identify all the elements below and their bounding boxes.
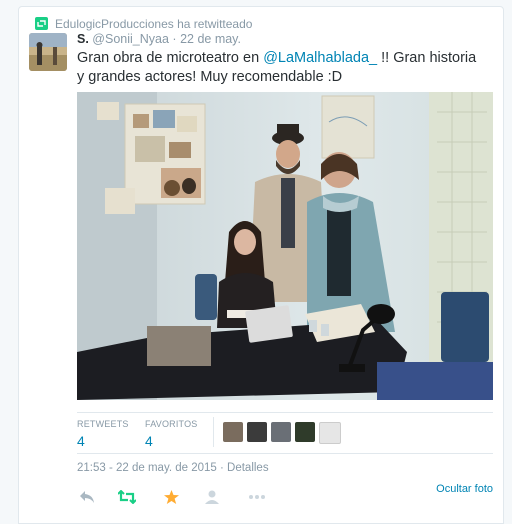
retweets-label: RETWEETS: [77, 419, 129, 429]
favorites-count: 4: [145, 433, 153, 449]
tweet-text: Gran obra de microteatro en @LaMalhablad…: [77, 49, 487, 87]
favoriter-avatars: [223, 422, 341, 444]
mini-avatar[interactable]: [295, 422, 315, 442]
avatar[interactable]: [29, 33, 67, 71]
retweets-count: 4: [77, 433, 85, 449]
tweet-timestamp[interactable]: 21:53 - 22 de may. de 2015 · Detalles: [77, 462, 269, 474]
retweet-badge-icon: [35, 17, 48, 33]
mention-link[interactable]: @LaMalhablada_: [263, 50, 377, 66]
mini-avatar[interactable]: [271, 422, 291, 442]
mini-avatar[interactable]: [223, 422, 243, 442]
retweet-context[interactable]: EdulogicProducciones ha retwitteado: [35, 17, 253, 31]
tweet-card: EdulogicProducciones ha retwitteado S. @…: [18, 6, 504, 524]
retweets-stat[interactable]: RETWEETS 4: [77, 419, 129, 449]
tweet-header: S. @Sonii_Nyaa · 22 de may.: [77, 32, 241, 46]
author-name[interactable]: S.: [77, 32, 89, 46]
reply-icon[interactable]: [77, 487, 97, 507]
mini-avatar[interactable]: [319, 422, 341, 444]
retweet-context-label: EdulogicProducciones ha retwitteado: [55, 17, 253, 31]
tweet-date[interactable]: 22 de may.: [180, 32, 241, 46]
tweet-photo[interactable]: [77, 92, 493, 400]
stats-divider: [213, 417, 214, 447]
favorites-label: FAVORITOS: [145, 419, 198, 429]
favorites-stat[interactable]: FAVORITOS 4: [145, 419, 197, 449]
tweet-actions: [77, 487, 493, 509]
star-icon[interactable]: [161, 487, 181, 507]
more-icon[interactable]: [247, 487, 267, 507]
tweet-stats: RETWEETS 4 FAVORITOS 4: [77, 412, 493, 454]
tweet-text-before: Gran obra de microteatro en: [77, 50, 264, 66]
follow-icon[interactable]: [203, 487, 223, 507]
mini-avatar[interactable]: [247, 422, 267, 442]
retweet-icon[interactable]: [117, 487, 137, 507]
hide-photo-link[interactable]: Ocultar foto: [436, 483, 493, 495]
header-separator: ·: [172, 32, 177, 46]
author-handle[interactable]: @Sonii_Nyaa: [92, 32, 169, 46]
